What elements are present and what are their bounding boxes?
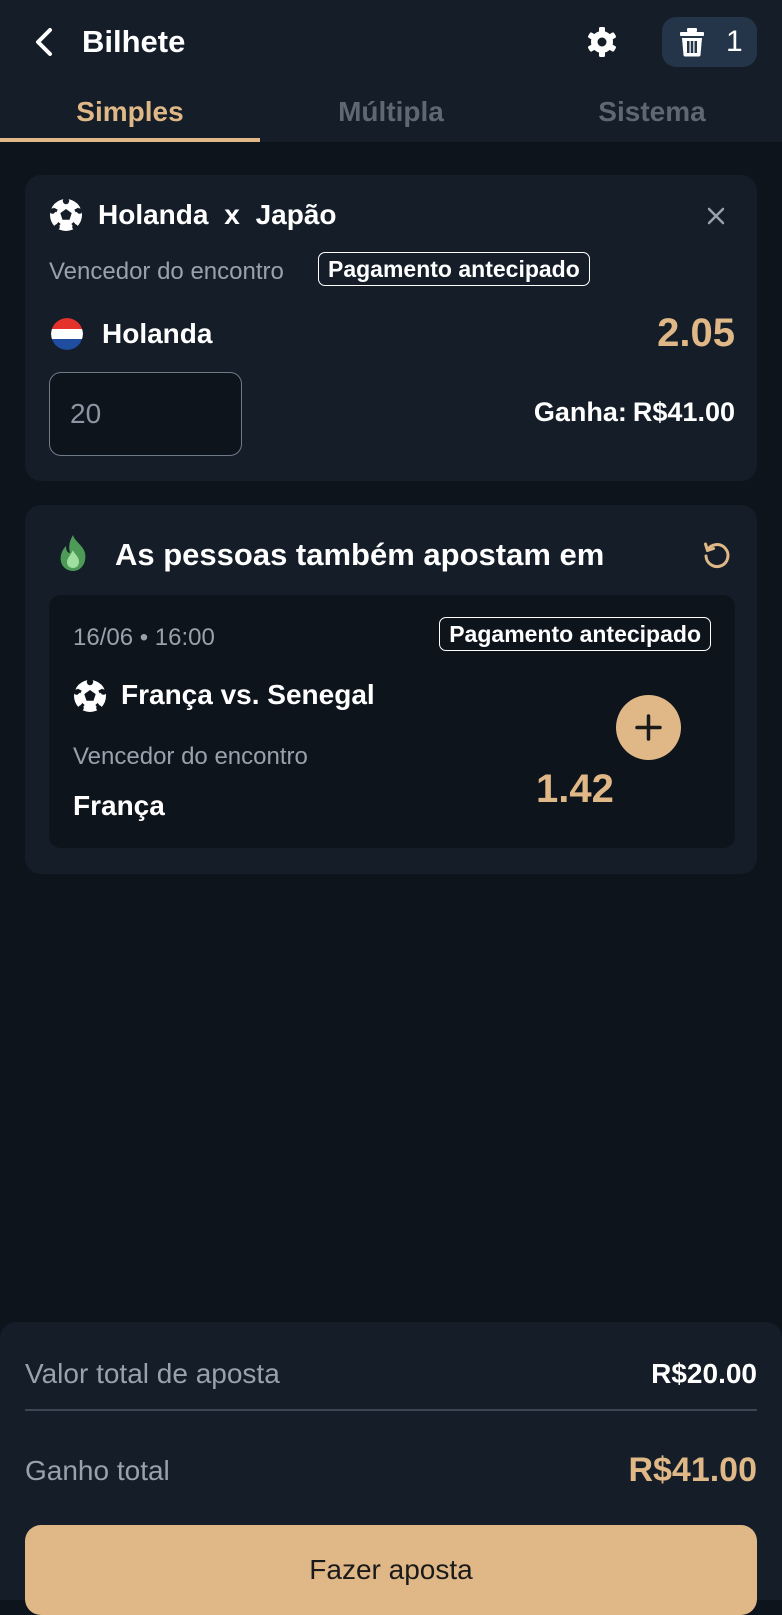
total-win-value: R$41.00 [628, 1451, 757, 1489]
selection-odds: 2.05 [657, 311, 735, 355]
potential-win-amount: R$41.00 [632, 397, 735, 427]
bet-card: Holanda x Japão Vencedor do encontro Pag… [25, 175, 757, 481]
place-bet-button[interactable]: Fazer aposta [25, 1525, 757, 1615]
event-odds: 1.42 [536, 767, 614, 811]
settings-gear-icon[interactable] [584, 24, 620, 60]
bet-type-tabs: Simples Múltipla Sistema [0, 86, 782, 142]
total-stake-value: R$20.00 [651, 1358, 757, 1389]
potential-win-label: Ganha: [533, 397, 627, 427]
suggestion-title: As pessoas também apostam em [115, 537, 605, 572]
suggestion-card: As pessoas também apostam em 16/06 • 16:… [25, 505, 757, 874]
tab-simples[interactable]: Simples [0, 86, 260, 142]
back-arrow-icon[interactable] [30, 24, 60, 60]
soccer-ball-icon [73, 679, 107, 712]
selection-name: Holanda [102, 318, 213, 349]
top-bar: Bilhete 1 Simples Múltipla Sistema [0, 0, 782, 142]
tab-multipla[interactable]: Múltipla [261, 86, 521, 142]
add-to-slip-button[interactable] [616, 695, 681, 760]
soccer-ball-icon [49, 198, 83, 231]
refresh-icon[interactable] [701, 539, 733, 571]
bet-count: 1 [726, 25, 743, 58]
match-title: Holanda x Japão [98, 197, 337, 233]
event-match: França vs. Senegal [121, 679, 375, 710]
stake-input[interactable] [49, 372, 242, 456]
early-payout-badge: Pagamento antecipado [318, 252, 590, 286]
suggested-event[interactable]: 16/06 • 16:00 Pagamento antecipado Franç… [49, 595, 735, 848]
match-separator: x [224, 199, 240, 230]
event-selection: França [73, 790, 165, 821]
close-icon[interactable] [705, 205, 727, 227]
tab-sistema[interactable]: Sistema [522, 86, 782, 142]
away-team: Japão [255, 199, 337, 230]
event-market: Vencedor do encontro [73, 743, 308, 770]
plus-icon [635, 714, 662, 741]
home-team: Holanda [98, 199, 209, 230]
early-payout-badge: Pagamento antecipado [439, 617, 711, 651]
bet-summary: Valor total de aposta R$20.00 Ganho tota… [0, 1322, 782, 1615]
divider [25, 1409, 757, 1411]
total-win-label: Ganho total [25, 1455, 170, 1486]
fire-icon [60, 535, 86, 571]
total-stake-label: Valor total de aposta [25, 1358, 280, 1389]
clear-slip-button[interactable]: 1 [662, 17, 757, 67]
market-label: Vencedor do encontro [49, 258, 284, 285]
netherlands-flag-icon [51, 318, 83, 350]
event-date-time: 16/06 • 16:00 [73, 624, 215, 651]
potential-win: Ganha: R$41.00 [534, 394, 735, 430]
trash-icon [680, 28, 704, 57]
page-title: Bilhete [82, 24, 186, 59]
